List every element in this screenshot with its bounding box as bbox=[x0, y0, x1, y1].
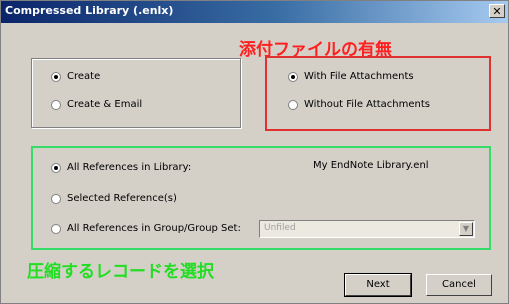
create-radio-button[interactable] bbox=[51, 71, 61, 82]
with-attachments-radio[interactable]: With File Attachments bbox=[288, 71, 414, 82]
next-button[interactable]: Next bbox=[344, 273, 412, 297]
create-email-radio-label: Create & Email bbox=[67, 99, 143, 110]
group-references-radio-button[interactable] bbox=[51, 223, 61, 234]
create-options-group bbox=[31, 58, 241, 128]
attachment-options-group bbox=[265, 56, 491, 131]
group-references-radio[interactable]: All References in Group/Group Set: bbox=[51, 223, 241, 234]
with-attachments-label: With File Attachments bbox=[304, 71, 414, 82]
without-attachments-label: Without File Attachments bbox=[304, 99, 431, 110]
records-annotation: 圧縮するレコードを選択 bbox=[27, 262, 214, 282]
library-name: My EndNote Library.enl bbox=[313, 160, 429, 171]
create-email-radio-button[interactable] bbox=[51, 99, 61, 110]
close-button[interactable]: ✕ bbox=[489, 4, 505, 18]
all-references-radio-button[interactable] bbox=[51, 162, 61, 173]
selected-references-label: Selected Reference(s) bbox=[67, 193, 177, 204]
all-references-label: All References in Library: bbox=[67, 162, 192, 173]
title-bar: Compressed Library (.enlx) ✕ bbox=[1, 1, 508, 23]
create-radio[interactable]: Create bbox=[51, 71, 100, 82]
create-email-radio[interactable]: Create & Email bbox=[51, 99, 142, 110]
group-references-label: All References in Group/Group Set: bbox=[67, 223, 241, 234]
without-attachments-radio-button[interactable] bbox=[288, 99, 298, 110]
all-references-radio[interactable]: All References in Library: bbox=[51, 162, 191, 173]
create-radio-label: Create bbox=[67, 71, 101, 82]
selected-references-radio-button[interactable] bbox=[51, 193, 61, 204]
compressed-library-dialog: Compressed Library (.enlx) ✕ 添付ファイルの有無 C… bbox=[0, 0, 509, 304]
close-icon: ✕ bbox=[492, 5, 502, 18]
with-attachments-radio-button[interactable] bbox=[288, 71, 298, 82]
cancel-button[interactable]: Cancel bbox=[426, 274, 492, 296]
chevron-down-icon[interactable]: ▼ bbox=[459, 222, 473, 236]
group-select[interactable]: Unfiled ▼ bbox=[259, 220, 475, 238]
group-select-value: Unfiled bbox=[264, 223, 296, 233]
selected-references-radio[interactable]: Selected Reference(s) bbox=[51, 193, 177, 204]
without-attachments-radio[interactable]: Without File Attachments bbox=[288, 99, 430, 110]
dialog-title: Compressed Library (.enlx) bbox=[5, 4, 174, 17]
